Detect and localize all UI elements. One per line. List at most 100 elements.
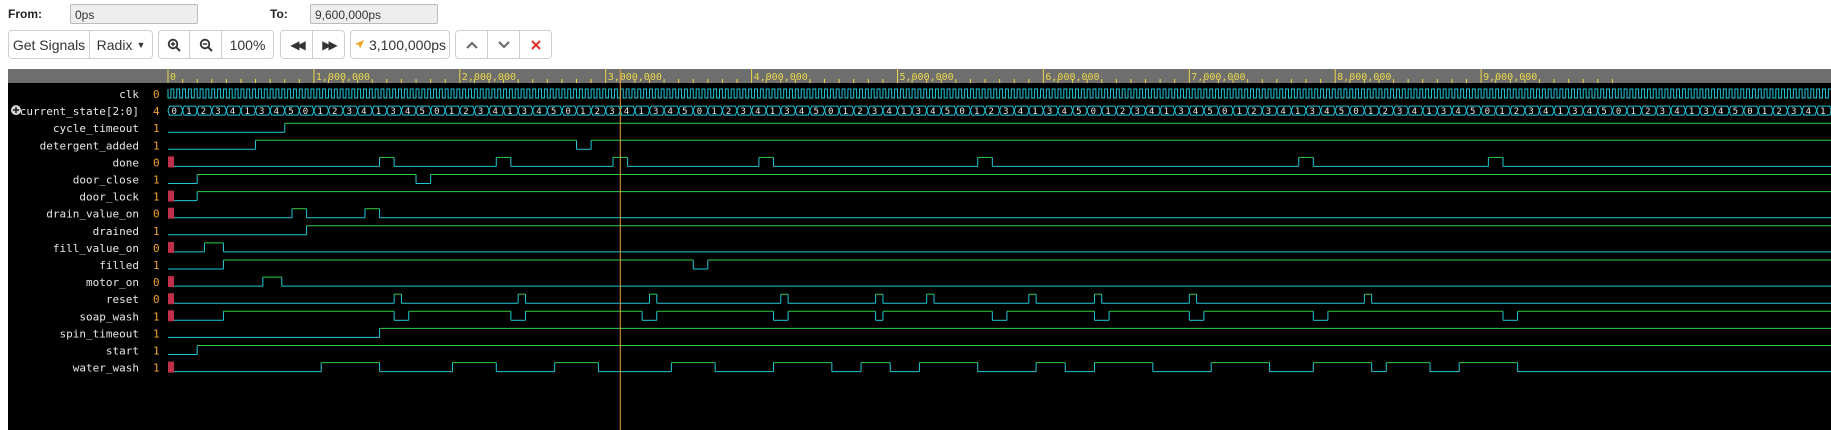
zoom-in-icon — [167, 38, 181, 52]
state-bus-value: 3 — [1178, 107, 1183, 117]
signal-value-clk: 0 — [153, 88, 160, 101]
state-bus-value: 1 — [1689, 107, 1694, 117]
state-bus-value: 4 — [1543, 107, 1548, 117]
state-bus-value: 1 — [1105, 107, 1110, 117]
signal-name-clk: clk — [119, 88, 139, 101]
state-bus-value: 2 — [201, 107, 206, 117]
state-bus-value: 0 — [172, 107, 177, 117]
state-bus-value: 3 — [784, 107, 789, 117]
done-unknown-marker — [168, 156, 174, 168]
state-bus-value: 1 — [1499, 107, 1504, 117]
signal-name-start: start — [106, 345, 139, 358]
signal-value-soap-wash: 1 — [153, 310, 160, 323]
signal-value-reset: 0 — [153, 293, 160, 306]
signal-name-door-close: door_close — [73, 174, 139, 187]
signal-value-fill-value-on: 0 — [153, 242, 160, 255]
signal-value-done: 0 — [153, 156, 160, 169]
state-bus-value: 4 — [1324, 107, 1329, 117]
waveform-canvas[interactable]: 0 1,000,000 2,000,000 3,000,000 4,000,000 5,0… — [8, 69, 1831, 430]
state-bus-value: 4 — [624, 107, 629, 117]
reset-unknown-marker — [168, 293, 174, 305]
prev-button[interactable]: ◀◀ — [280, 30, 313, 59]
to-input[interactable]: 9,600,000ps — [310, 4, 438, 24]
move-up-button[interactable] — [455, 30, 488, 59]
state-bus-value: 1 — [1032, 107, 1037, 117]
state-bus-value: 3 — [1660, 107, 1665, 117]
cursor-time-button[interactable]: 3,100,000ps — [350, 30, 450, 59]
state-bus-value: 0 — [1353, 107, 1358, 117]
caret-down-icon: ▼ — [136, 39, 146, 50]
state-bus-value: 4 — [274, 107, 279, 117]
state-bus-value: 3 — [215, 107, 220, 117]
signal-value-drained: 1 — [153, 225, 160, 238]
state-bus-value: 3 — [1134, 107, 1139, 117]
signal-name-motor-on: motor_on — [86, 276, 139, 289]
state-bus-value: 2 — [857, 107, 862, 117]
zoom-level-button[interactable]: 100% — [221, 30, 274, 59]
remove-button[interactable] — [519, 30, 552, 59]
state-bus-value: 5 — [1339, 107, 1344, 117]
close-icon — [530, 39, 541, 50]
state-bus-value: 3 — [1047, 107, 1052, 117]
radix-dropdown[interactable]: Radix ▼ — [89, 30, 153, 59]
zoom-in-button[interactable] — [158, 30, 190, 59]
signal-name-filled: filled — [99, 259, 139, 272]
state-bus-value: 1 — [1368, 107, 1373, 117]
state-bus-value: 3 — [1003, 107, 1008, 117]
state-bus-value: 1 — [317, 107, 322, 117]
state-bus-value: 3 — [741, 107, 746, 117]
next-button[interactable]: ▶▶ — [312, 30, 345, 59]
state-bus-value: 5 — [1733, 107, 1738, 117]
state-bus-value: 2 — [1645, 107, 1650, 117]
signal-value-cycle-timeout: 1 — [153, 122, 160, 135]
from-input[interactable]: 0ps — [70, 4, 198, 24]
state-bus-value: 3 — [478, 107, 483, 117]
state-bus-value: 2 — [1120, 107, 1125, 117]
state-bus-value: 4 — [1149, 107, 1154, 117]
state-bus-value: 1 — [711, 107, 716, 117]
soap-wash-unknown-marker — [168, 310, 174, 322]
state-bus-value: 4 — [1193, 107, 1198, 117]
state-bus-value: 1 — [1558, 107, 1563, 117]
state-bus-value: 3 — [916, 107, 921, 117]
signal-value-motor-on: 0 — [153, 276, 160, 289]
state-bus-value: 4 — [755, 107, 760, 117]
state-bus-value: 5 — [945, 107, 950, 117]
move-down-button[interactable] — [487, 30, 520, 59]
get-signals-button[interactable]: Get Signals — [8, 30, 90, 59]
state-bus-value: 1 — [1295, 107, 1300, 117]
state-bus-value: 3 — [1528, 107, 1533, 117]
state-bus-value: 4 — [1806, 107, 1811, 117]
signal-name-fill-value-on: fill_value_on — [53, 242, 139, 255]
state-bus-value: 1 — [638, 107, 643, 117]
state-bus-value: 3 — [1791, 107, 1796, 117]
signal-value-filled: 1 — [153, 259, 160, 272]
state-bus-value: 1 — [1164, 107, 1169, 117]
state-bus-value: 1 — [1426, 107, 1431, 117]
state-bus-value: 2 — [1776, 107, 1781, 117]
signal-value-door-lock: 1 — [153, 191, 160, 204]
state-bus-value: 1 — [376, 107, 381, 117]
state-bus-value: 2 — [595, 107, 600, 117]
waveform-panel[interactable]: 0 1,000,000 2,000,000 3,000,000 4,000,000 5,0… — [8, 69, 1831, 430]
state-bus-value: 4 — [361, 107, 366, 117]
signal-value-water-wash: 1 — [153, 362, 160, 375]
signal-value-detergent-added: 1 — [153, 139, 160, 152]
state-bus-value: 3 — [347, 107, 352, 117]
signal-name-spin-timeout: spin_timeout — [60, 327, 139, 340]
state-bus-value: 4 — [886, 107, 891, 117]
state-bus-value: 2 — [1251, 107, 1256, 117]
state-bus-value: 5 — [1076, 107, 1081, 117]
state-bus-value: 5 — [682, 107, 687, 117]
cursor-arrow-icon — [354, 40, 364, 49]
signal-name-detergent-added: detergent_added — [40, 139, 139, 152]
state-bus-value: 5 — [288, 107, 293, 117]
state-bus-value: 4 — [1018, 107, 1023, 117]
state-bus-value: 1 — [974, 107, 979, 117]
state-bus-value: 5 — [420, 107, 425, 117]
double-chevron-left-icon: ◀◀ — [290, 37, 306, 52]
zoom-out-button[interactable] — [189, 30, 222, 59]
zoom-level-label: 100% — [229, 36, 266, 53]
state-bus-value: 5 — [1207, 107, 1212, 117]
state-bus-value: 1 — [843, 107, 848, 117]
